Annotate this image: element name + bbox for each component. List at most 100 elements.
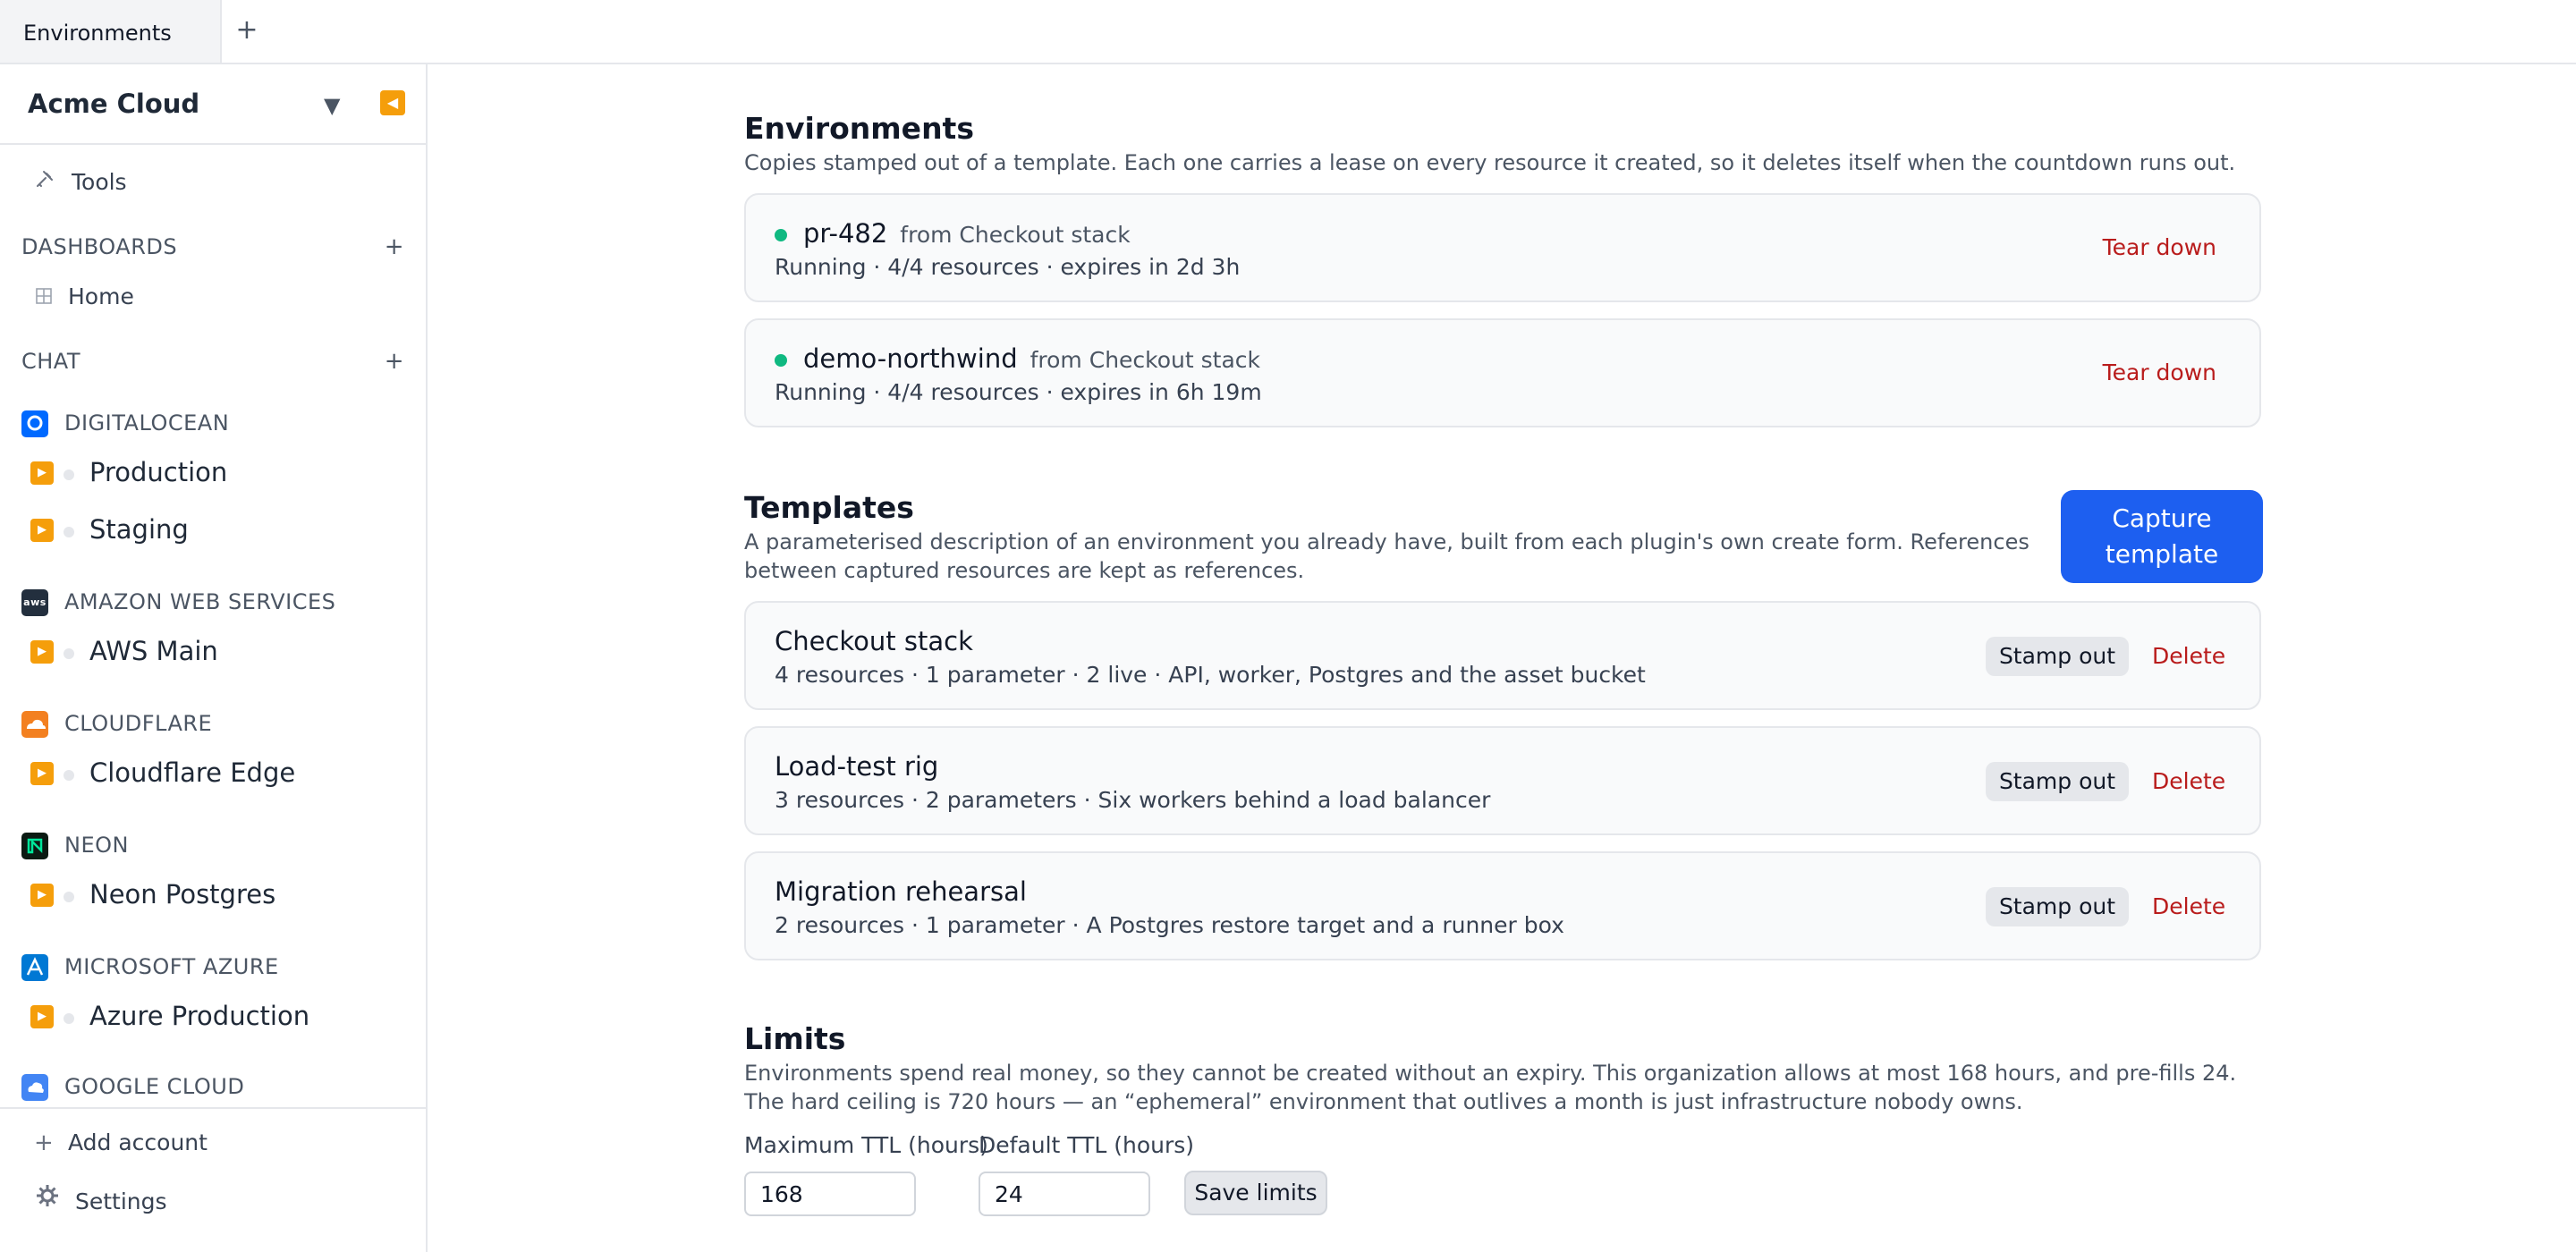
provider-name: NEON [64, 833, 129, 858]
tools-icon [34, 165, 61, 200]
sidebar-item-tools[interactable]: Tools [34, 165, 127, 200]
settings-button[interactable]: Settings [34, 1182, 167, 1218]
running-status-icon [775, 354, 787, 367]
max-ttl-input[interactable] [744, 1172, 916, 1216]
grid-icon [36, 282, 55, 314]
status-dot-icon [64, 527, 74, 537]
templates-title: Templates [744, 490, 914, 525]
digitalocean-logo-icon [21, 410, 48, 437]
status-dot-icon [64, 470, 74, 480]
sidebar-item-home[interactable]: Home [36, 281, 134, 313]
play-icon[interactable]: ▶ [30, 461, 54, 485]
template-card: Load-test rig 3 resources · 2 parameters… [744, 726, 2261, 835]
status-dot-icon [64, 648, 74, 659]
provider-neon: NEON [21, 830, 415, 860]
gear-icon [34, 1182, 61, 1220]
templates-description: A parameterised description of an enviro… [744, 529, 2029, 583]
account-staging[interactable]: ▶ Staging [30, 510, 415, 549]
limits-description: Environments spend real money, so they c… [744, 1061, 2237, 1114]
org-dropdown-caret-icon[interactable]: ▼ [324, 89, 340, 122]
delete-template-button[interactable]: Delete [2152, 637, 2225, 676]
org-switcher[interactable]: Acme Cloud ▼ ◀ [0, 64, 426, 145]
template-name: Load-test rig [775, 751, 939, 782]
neon-logo-icon [21, 833, 48, 859]
save-limits-button[interactable]: Save limits [1184, 1171, 1327, 1215]
sidebar-item-label: Tools [72, 169, 127, 195]
environment-source: from Checkout stack [900, 222, 1131, 248]
play-icon[interactable]: ▶ [30, 884, 54, 907]
stamp-out-button[interactable]: Stamp out [1986, 637, 2129, 676]
main-content: Environments Copies stamped out of a tem… [429, 64, 2576, 1252]
environments-description: Copies stamped out of a template. Each o… [744, 150, 2236, 175]
play-icon[interactable]: ▶ [30, 1005, 54, 1028]
cloudflare-logo-icon [21, 711, 48, 738]
app-root: Environments + Acme Cloud ▼ ◀ Tools DASH… [0, 0, 2576, 1252]
provider-name: GOOGLE CLOUD [64, 1074, 245, 1099]
play-icon[interactable]: ▶ [30, 519, 54, 542]
template-details: 2 resources · 1 parameter · A Postgres r… [775, 912, 1564, 938]
account-production[interactable]: ▶ Production [30, 453, 415, 492]
provider-name: AMAZON WEB SERVICES [64, 589, 336, 614]
account-cloudflare-edge[interactable]: ▶ Cloudflare Edge [30, 753, 415, 792]
play-icon[interactable]: ▶ [30, 762, 54, 785]
provider-google-cloud: GOOGLE CLOUD [21, 1071, 415, 1102]
provider-digitalocean: DIGITALOCEAN [21, 408, 415, 438]
google-cloud-logo-icon [21, 1074, 48, 1101]
template-card: Migration rehearsal 2 resources · 1 para… [744, 851, 2261, 960]
tear-down-button[interactable]: Tear down [2103, 358, 2216, 388]
provider-name: DIGITALOCEAN [64, 410, 230, 436]
add-dashboard-button[interactable]: + [385, 231, 404, 263]
status-dot-icon [64, 770, 74, 781]
provider-azure: MICROSOFT AZURE [21, 952, 415, 982]
sidebar: Acme Cloud ▼ ◀ Tools DASHBOARDS + Home C… [0, 64, 428, 1252]
chat-section-header: CHAT + [21, 345, 404, 377]
template-details: 4 resources · 1 parameter · 2 live · API… [775, 662, 1646, 688]
stamp-out-button[interactable]: Stamp out [1986, 762, 2129, 801]
tab-bar: Environments + [0, 0, 2576, 64]
account-name: AWS Main [89, 636, 218, 666]
stamp-out-button[interactable]: Stamp out [1986, 887, 2129, 926]
provider-aws: aws AMAZON WEB SERVICES [21, 587, 415, 617]
status-dot-icon [64, 892, 74, 902]
capture-template-button[interactable]: Capture template [2061, 490, 2263, 583]
provider-name: CLOUDFLARE [64, 711, 213, 736]
default-ttl-label: Default TTL (hours) [979, 1132, 1195, 1158]
plus-icon: + [34, 1129, 54, 1156]
settings-label: Settings [75, 1189, 167, 1214]
account-name: Azure Production [89, 1001, 310, 1031]
account-neon-postgres[interactable]: ▶ Neon Postgres [30, 875, 415, 914]
account-aws-main[interactable]: ▶ AWS Main [30, 631, 415, 671]
dashboards-heading: DASHBOARDS [21, 234, 178, 259]
play-icon[interactable]: ▶ [30, 640, 54, 664]
add-account-button[interactable]: + Add account [34, 1125, 208, 1161]
environment-name: pr-482 [803, 218, 888, 249]
tear-down-button[interactable]: Tear down [2103, 233, 2216, 263]
environment-status: Running · 4/4 resources · expires in 2d … [775, 254, 1241, 280]
environment-name: demo-northwind [803, 343, 1018, 374]
limits-title: Limits [744, 1021, 846, 1056]
max-ttl-label: Maximum TTL (hours) [744, 1132, 988, 1158]
template-card: Checkout stack 4 resources · 1 parameter… [744, 601, 2261, 710]
delete-template-button[interactable]: Delete [2152, 887, 2225, 926]
template-name: Migration rehearsal [775, 876, 1027, 907]
azure-logo-icon [21, 954, 48, 981]
account-azure-production[interactable]: ▶ Azure Production [30, 996, 415, 1036]
account-name: Neon Postgres [89, 879, 276, 909]
add-account-label: Add account [68, 1129, 208, 1155]
status-dot-icon [64, 1013, 74, 1024]
tab-environments[interactable]: Environments [0, 0, 222, 64]
running-status-icon [775, 229, 787, 241]
collapse-sidebar-icon[interactable]: ◀ [380, 90, 405, 115]
default-ttl-input[interactable] [979, 1172, 1150, 1216]
dashboards-section-header: DASHBOARDS + [21, 231, 404, 263]
template-name: Checkout stack [775, 626, 973, 656]
account-name: Cloudflare Edge [89, 757, 296, 788]
add-chat-button[interactable]: + [385, 345, 404, 377]
org-name: Acme Cloud [28, 89, 200, 119]
new-tab-button[interactable]: + [234, 13, 259, 48]
delete-template-button[interactable]: Delete [2152, 762, 2225, 801]
environment-card: pr-482 from Checkout stack Running · 4/4 … [744, 193, 2261, 302]
environment-name-line: demo-northwind from Checkout stack [803, 342, 1260, 377]
aws-logo-icon: aws [21, 589, 48, 616]
account-name: Production [89, 457, 228, 487]
